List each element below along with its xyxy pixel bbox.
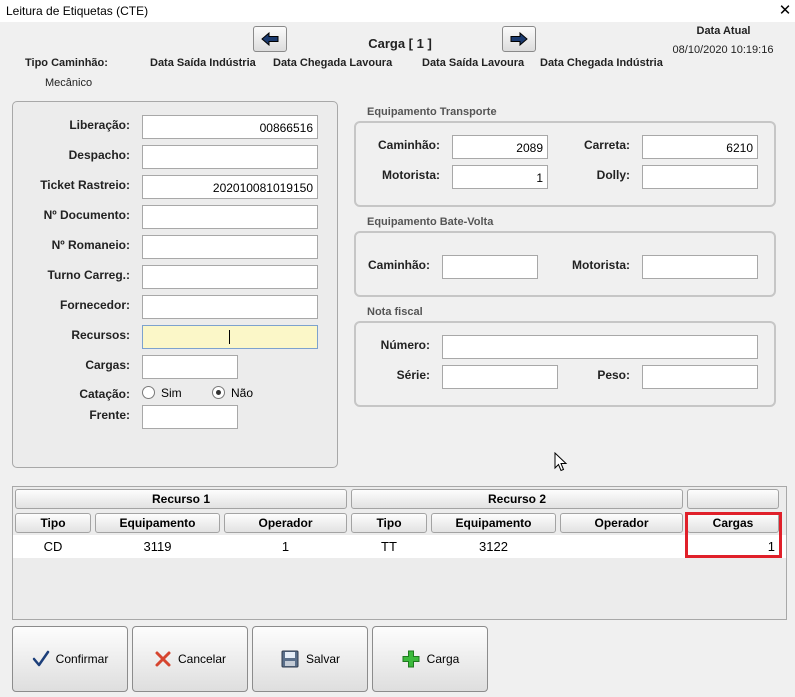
grid-column-equipamento-1[interactable]: Equipamento bbox=[95, 513, 220, 533]
row-1-tipo-2: TT bbox=[381, 539, 397, 554]
grid-column-operador-2[interactable]: Operador bbox=[560, 513, 683, 533]
grid-column-equipamento-2[interactable]: Equipamento bbox=[431, 513, 556, 533]
cargas-highlight-box bbox=[685, 512, 782, 558]
transporte-dolly-input[interactable] bbox=[642, 165, 758, 189]
cancelar-label: Cancelar bbox=[177, 652, 227, 666]
nota-serie-input[interactable] bbox=[442, 365, 558, 389]
cargas-input[interactable] bbox=[142, 355, 238, 379]
n-romaneio-input[interactable] bbox=[142, 235, 318, 259]
data-saida-industria-label: Data Saída Indústria bbox=[150, 57, 256, 69]
turno-carreg-input[interactable] bbox=[142, 265, 318, 289]
close-icon[interactable]: ✕ bbox=[777, 1, 793, 19]
bate-volta-caminhao-input[interactable] bbox=[442, 255, 538, 279]
window-title: Leitura de Etiquetas (CTE) bbox=[6, 4, 149, 18]
previous-carga-button[interactable] bbox=[253, 26, 287, 52]
transporte-carreta-input[interactable]: 6210 bbox=[642, 135, 758, 159]
bate-volta-motorista-label: Motorista: bbox=[572, 258, 630, 272]
equipamento-transporte-title: Equipamento Transporte bbox=[367, 106, 497, 118]
plus-icon bbox=[402, 650, 420, 668]
equipamento-bate-volta-title: Equipamento Bate-Volta bbox=[367, 216, 494, 228]
cancelar-button[interactable]: Cancelar bbox=[132, 626, 248, 692]
grid-group-extra bbox=[687, 489, 779, 509]
catacao-nao-label: Não bbox=[231, 386, 254, 400]
grid-column-operador-1[interactable]: Operador bbox=[224, 513, 347, 533]
catacao-nao-radio[interactable] bbox=[212, 386, 225, 399]
checkmark-icon bbox=[32, 650, 49, 667]
confirmar-button[interactable]: Confirmar bbox=[12, 626, 128, 692]
nota-fiscal-title: Nota fiscal bbox=[367, 306, 423, 318]
grid-group-recurso-1: Recurso 1 bbox=[15, 489, 347, 509]
data-chegada-industria-label: Data Chegada Indústria bbox=[540, 57, 663, 69]
liberacao-label: Liberação: bbox=[69, 118, 130, 132]
despacho-label: Despacho: bbox=[68, 148, 130, 162]
ticket-rastreio-label: Ticket Rastreio: bbox=[40, 178, 130, 192]
cancel-x-icon bbox=[155, 651, 171, 667]
salvar-label: Salvar bbox=[305, 652, 340, 666]
catacao-sim-label: Sim bbox=[161, 386, 182, 400]
transporte-caminhao-input[interactable]: 2089 bbox=[452, 135, 548, 159]
recursos-input[interactable] bbox=[142, 325, 318, 349]
floppy-disk-icon bbox=[281, 650, 299, 668]
fornecedor-label: Fornecedor: bbox=[59, 298, 130, 312]
nota-peso-label: Peso: bbox=[597, 368, 630, 382]
next-carga-button[interactable] bbox=[502, 26, 536, 52]
row-1-tipo-1: CD bbox=[43, 539, 63, 554]
transporte-motorista-label: Motorista: bbox=[382, 168, 440, 182]
nota-numero-input[interactable] bbox=[442, 335, 758, 359]
salvar-button[interactable]: Salvar bbox=[252, 626, 368, 692]
tipo-caminhao-value: Mecânico bbox=[45, 77, 93, 89]
tipo-caminhao-label: Tipo Caminhão: bbox=[25, 57, 108, 69]
text-cursor bbox=[229, 330, 230, 344]
equipamento-transporte-group bbox=[354, 121, 776, 207]
data-atual-value: 08/10/2020 10:19:16 bbox=[672, 44, 774, 56]
grid-column-tipo-1[interactable]: Tipo bbox=[15, 513, 91, 533]
despacho-input[interactable] bbox=[142, 145, 318, 169]
carga-button[interactable]: Carga bbox=[372, 626, 488, 692]
nota-peso-input[interactable] bbox=[642, 365, 758, 389]
catacao-sim-radio[interactable] bbox=[142, 386, 155, 399]
nota-serie-label: Série: bbox=[396, 368, 430, 382]
bate-volta-motorista-input[interactable] bbox=[642, 255, 758, 279]
turno-carreg-label: Turno Carreg.: bbox=[47, 268, 130, 282]
row-1-operador-1: 1 bbox=[281, 539, 290, 554]
catacao-label: Catação: bbox=[79, 387, 130, 401]
data-saida-lavoura-label: Data Saída Lavoura bbox=[422, 57, 525, 69]
n-documento-label: Nº Documento: bbox=[43, 208, 130, 222]
ticket-rastreio-input[interactable]: 202010081019150 bbox=[142, 175, 318, 199]
row-1-equipamento-2: 3122 bbox=[479, 539, 508, 554]
nota-numero-label: Número: bbox=[380, 338, 430, 352]
frente-input[interactable] bbox=[142, 405, 238, 429]
n-romaneio-label: Nº Romaneio: bbox=[51, 238, 130, 252]
row-1-equipamento-1: 3119 bbox=[143, 539, 172, 554]
mouse-pointer-icon bbox=[554, 452, 568, 472]
recursos-label: Recursos: bbox=[71, 328, 130, 342]
grid-group-recurso-2: Recurso 2 bbox=[351, 489, 683, 509]
grid-column-tipo-2[interactable]: Tipo bbox=[351, 513, 427, 533]
bate-volta-caminhao-label: Caminhão: bbox=[367, 258, 430, 272]
carga-title: Carga [ 1 ] bbox=[368, 36, 432, 51]
frente-label: Frente: bbox=[89, 408, 130, 422]
carga-label: Carga bbox=[426, 652, 460, 666]
confirmar-label: Confirmar bbox=[55, 652, 109, 666]
nota-fiscal-group bbox=[354, 321, 776, 407]
transporte-motorista-input[interactable]: 1 bbox=[452, 165, 548, 189]
transporte-carreta-label: Carreta: bbox=[583, 138, 630, 152]
arrow-left-icon bbox=[261, 32, 279, 46]
n-documento-input[interactable] bbox=[142, 205, 318, 229]
liberacao-input[interactable]: 00866516 bbox=[142, 115, 318, 139]
transporte-caminhao-label: Caminhão: bbox=[377, 138, 440, 152]
arrow-right-icon bbox=[510, 32, 528, 46]
title-bar: Leitura de Etiquetas (CTE) ✕ bbox=[0, 0, 795, 22]
data-atual-label: Data Atual bbox=[696, 25, 751, 37]
fornecedor-input[interactable] bbox=[142, 295, 318, 319]
cargas-label: Cargas: bbox=[85, 358, 130, 372]
data-chegada-lavoura-label: Data Chegada Lavoura bbox=[273, 57, 393, 69]
transporte-dolly-label: Dolly: bbox=[596, 168, 630, 182]
